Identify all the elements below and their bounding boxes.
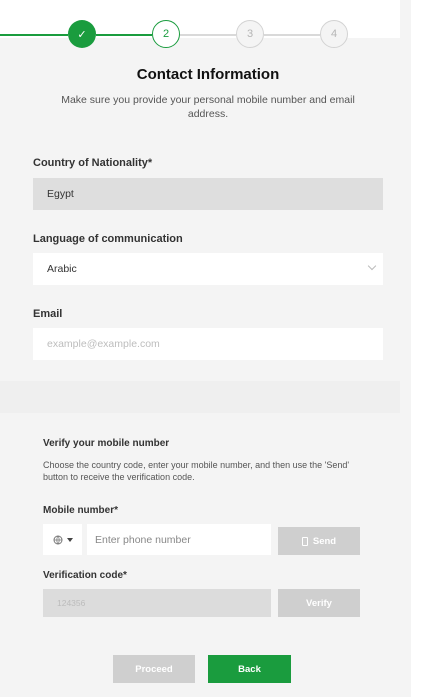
- globe-icon: [53, 535, 62, 544]
- verification-code-input[interactable]: 124356: [43, 589, 271, 617]
- scrollbar-track[interactable]: [411, 0, 424, 697]
- step-4: 4: [320, 20, 348, 48]
- email-label: Email: [33, 308, 63, 320]
- caret-down-icon: [66, 537, 73, 542]
- step-connector: [180, 34, 236, 36]
- page-subtitle: Make sure you provide your personal mobi…: [61, 94, 355, 120]
- email-placeholder: example@example.com: [47, 338, 160, 350]
- step-connector: [96, 34, 152, 36]
- code-placeholder: 124356: [57, 598, 86, 608]
- nationality-label: Country of Nationality*: [33, 157, 153, 169]
- phone-placeholder: Enter phone number: [95, 533, 191, 546]
- language-select[interactable]: Arabic: [33, 253, 383, 285]
- back-label: Back: [238, 663, 261, 675]
- phone-input[interactable]: Enter phone number: [87, 524, 271, 555]
- step-number: 2: [162, 28, 170, 40]
- country-code-select[interactable]: [43, 524, 82, 555]
- step-number: 3: [246, 28, 254, 40]
- step-number: 4: [330, 28, 338, 40]
- nationality-value: Egypt: [47, 188, 74, 200]
- step-connector: [264, 34, 320, 36]
- nationality-field: Egypt: [33, 178, 383, 210]
- step-1-complete: ✓: [68, 20, 96, 48]
- verify-instructions: Choose the country code, enter your mobi…: [43, 460, 350, 482]
- language-value: Arabic: [47, 263, 77, 275]
- verify-button[interactable]: Verify: [278, 589, 360, 617]
- language-label: Language of communication: [33, 233, 183, 245]
- verify-label: Verify: [306, 597, 332, 609]
- mobile-phone-icon: [301, 536, 308, 546]
- check-icon: ✓: [77, 28, 87, 41]
- page-title: Contact Information: [136, 66, 280, 83]
- send-button[interactable]: Send: [278, 527, 360, 555]
- proceed-button[interactable]: Proceed: [113, 655, 195, 683]
- step-2-current: 2: [152, 20, 180, 48]
- back-button[interactable]: Back: [208, 655, 291, 683]
- proceed-label: Proceed: [135, 663, 173, 675]
- mobile-label: Mobile number*: [43, 505, 119, 516]
- step-3: 3: [236, 20, 264, 48]
- verify-heading: Verify your mobile number: [43, 438, 170, 449]
- chevron-down-icon: [367, 261, 377, 271]
- step-connector: [0, 34, 68, 36]
- section-divider: [0, 381, 400, 413]
- verification-code-label: Verification code*: [43, 570, 127, 581]
- email-field[interactable]: example@example.com: [33, 328, 383, 360]
- progress-stepper: ✓ 2 3 4: [0, 20, 400, 50]
- send-label: Send: [312, 535, 337, 547]
